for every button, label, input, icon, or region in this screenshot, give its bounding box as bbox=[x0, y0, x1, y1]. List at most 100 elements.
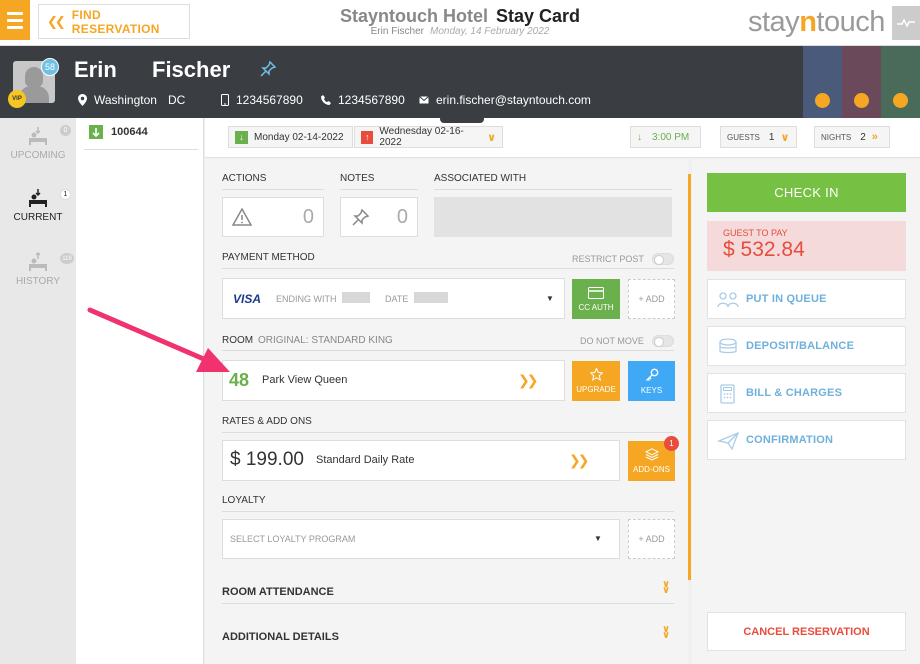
drawer-handle[interactable] bbox=[440, 115, 484, 123]
bed-current-icon bbox=[29, 189, 47, 207]
additional-details-toggle[interactable]: ADDITIONAL DETAILS bbox=[222, 631, 339, 643]
page-name: Stay Card bbox=[495, 6, 581, 26]
find-reservation-label: FIND RESERVATION bbox=[71, 7, 160, 36]
phone-icon bbox=[321, 95, 331, 105]
divider bbox=[222, 350, 674, 351]
room-attendance-toggle[interactable]: ROOM ATTENDANCE bbox=[222, 586, 334, 598]
current-count: 1 bbox=[60, 189, 71, 200]
pin-icon bbox=[352, 208, 370, 226]
nights-count: 2 bbox=[860, 131, 866, 143]
page-subtitle: Erin Fischer Monday, 14 February 2022 bbox=[330, 26, 590, 37]
arrival-arrow-icon: ↓ bbox=[235, 130, 248, 144]
section-divider bbox=[688, 174, 691, 580]
search-icon bbox=[815, 93, 830, 108]
chevron-down-icon: ∨ bbox=[780, 131, 790, 144]
profile-tile-building[interactable] bbox=[803, 46, 842, 118]
cancel-reservation-button[interactable]: CANCEL RESERVATION bbox=[707, 612, 906, 651]
nav-history-label: HISTORY bbox=[15, 276, 61, 287]
mobile-text: 1234567890 bbox=[236, 93, 303, 107]
activity-icon[interactable] bbox=[892, 6, 920, 40]
confirmation-button[interactable]: CONFIRMATION bbox=[707, 420, 906, 460]
double-chevron-down-icon[interactable]: ∨ ∨ bbox=[662, 580, 670, 596]
double-chevron-right-icon[interactable]: ❯❯ bbox=[518, 372, 539, 389]
menu-icon-line bbox=[7, 25, 23, 29]
rates-heading: RATES & ADD ONS bbox=[222, 416, 312, 427]
do-not-move-label: DO NOT MOVE bbox=[580, 336, 644, 346]
upgrade-button[interactable]: UPGRADE bbox=[572, 361, 620, 401]
divider bbox=[434, 189, 672, 190]
guests-count: 1 bbox=[768, 131, 775, 143]
queue-icon bbox=[717, 292, 739, 308]
guest-to-pay-label: GUEST TO PAY bbox=[723, 228, 788, 238]
double-chevron-right-icon[interactable]: ❯❯ bbox=[569, 452, 590, 469]
find-reservation-button[interactable]: ❮❮ FIND RESERVATION bbox=[38, 4, 190, 39]
hotel-name: Stayntouch Hotel bbox=[339, 6, 488, 26]
restrict-post-toggle[interactable] bbox=[652, 253, 674, 265]
layers-icon bbox=[644, 448, 659, 461]
paper-plane-icon bbox=[717, 431, 740, 451]
bed-history-icon bbox=[29, 252, 47, 271]
guests-label: GUESTS bbox=[727, 132, 760, 142]
arrival-time-button[interactable]: ↓ 3:00 PM bbox=[630, 126, 701, 148]
arrival-arrow-icon bbox=[89, 125, 103, 139]
cc-auth-button[interactable]: CC AUTH bbox=[572, 279, 620, 319]
bill-charges-button[interactable]: BILL & CHARGES bbox=[707, 373, 906, 413]
phone-text: 1234567890 bbox=[338, 93, 405, 107]
subtitle-guest: Erin Fischer bbox=[370, 26, 424, 37]
envelope-icon bbox=[419, 96, 429, 104]
card-date-redacted bbox=[414, 292, 448, 303]
nav-current-label: CURRENT bbox=[13, 212, 63, 223]
logo-part: touch bbox=[816, 6, 885, 38]
warning-icon bbox=[232, 208, 252, 226]
reservation-number[interactable]: 100644 bbox=[111, 126, 148, 138]
keys-button[interactable]: KEYS bbox=[628, 361, 675, 401]
profile-tile-network[interactable] bbox=[881, 46, 920, 118]
double-chevron-down-icon[interactable]: ∨ ∨ bbox=[662, 625, 670, 641]
notes-card[interactable]: 0 bbox=[340, 197, 418, 237]
divider bbox=[340, 189, 418, 190]
guest-last-name[interactable]: Fischer bbox=[152, 57, 230, 83]
annotation-arrow-icon bbox=[87, 307, 230, 372]
guest-header bbox=[0, 46, 920, 118]
guest-mobile: 1234567890 bbox=[221, 93, 303, 107]
page-title: Stayntouch Hotel Stay Card bbox=[330, 6, 590, 27]
search-icon bbox=[893, 93, 908, 108]
add-ons-label: ADD-ONS bbox=[633, 465, 670, 474]
deposit-balance-label: DEPOSIT/BALANCE bbox=[746, 340, 855, 352]
divider bbox=[222, 511, 674, 512]
add-loyalty-button[interactable]: + ADD bbox=[628, 519, 675, 559]
vip-badge: VIP bbox=[8, 90, 26, 108]
associated-card[interactable] bbox=[434, 197, 672, 237]
card-date-label: DATE bbox=[385, 294, 409, 304]
nights-label: NIGHTS bbox=[821, 132, 852, 142]
divider bbox=[222, 432, 674, 433]
check-in-button[interactable]: CHECK IN bbox=[707, 173, 906, 212]
actions-heading: ACTIONS bbox=[222, 173, 267, 184]
actions-card[interactable]: 0 bbox=[222, 197, 324, 237]
guest-phone: 1234567890 bbox=[321, 93, 405, 107]
caret-down-icon: ▼ bbox=[594, 534, 602, 543]
ending-with-label: ENDING WITH bbox=[276, 294, 337, 304]
add-payment-button[interactable]: + ADD bbox=[628, 279, 675, 319]
mobile-icon bbox=[221, 94, 229, 106]
nights-button[interactable]: NIGHTS 2 » bbox=[814, 126, 890, 148]
menu-button[interactable] bbox=[0, 0, 30, 40]
departure-date-button[interactable]: ↑ Wednesday 02-16-2022 ∨ bbox=[354, 126, 503, 148]
do-not-move-toggle[interactable] bbox=[652, 335, 674, 347]
location-icon bbox=[78, 94, 87, 106]
arrival-date-button[interactable]: ↓ Monday 02-14-2022 bbox=[228, 126, 353, 148]
keys-label: KEYS bbox=[640, 386, 663, 395]
guests-button[interactable]: GUESTS 1 ∨ bbox=[720, 126, 797, 148]
profile-tile-globe[interactable] bbox=[842, 46, 881, 118]
put-in-queue-button[interactable]: PUT IN QUEUE bbox=[707, 279, 906, 319]
rate-name: Standard Daily Rate bbox=[316, 454, 415, 466]
chevron-right-icon: » bbox=[871, 131, 878, 143]
double-chevron-left-icon: ❮❮ bbox=[47, 13, 66, 29]
subtitle-date: Monday, 14 February 2022 bbox=[430, 26, 550, 37]
guest-first-name[interactable]: Erin bbox=[74, 57, 117, 83]
deposit-balance-button[interactable]: DEPOSIT/BALANCE bbox=[707, 326, 906, 366]
departure-arrow-icon: ↑ bbox=[361, 130, 374, 144]
bill-charges-label: BILL & CHARGES bbox=[746, 387, 843, 399]
pin-icon[interactable] bbox=[259, 60, 277, 78]
restrict-post-label: RESTRICT POST bbox=[572, 254, 644, 264]
